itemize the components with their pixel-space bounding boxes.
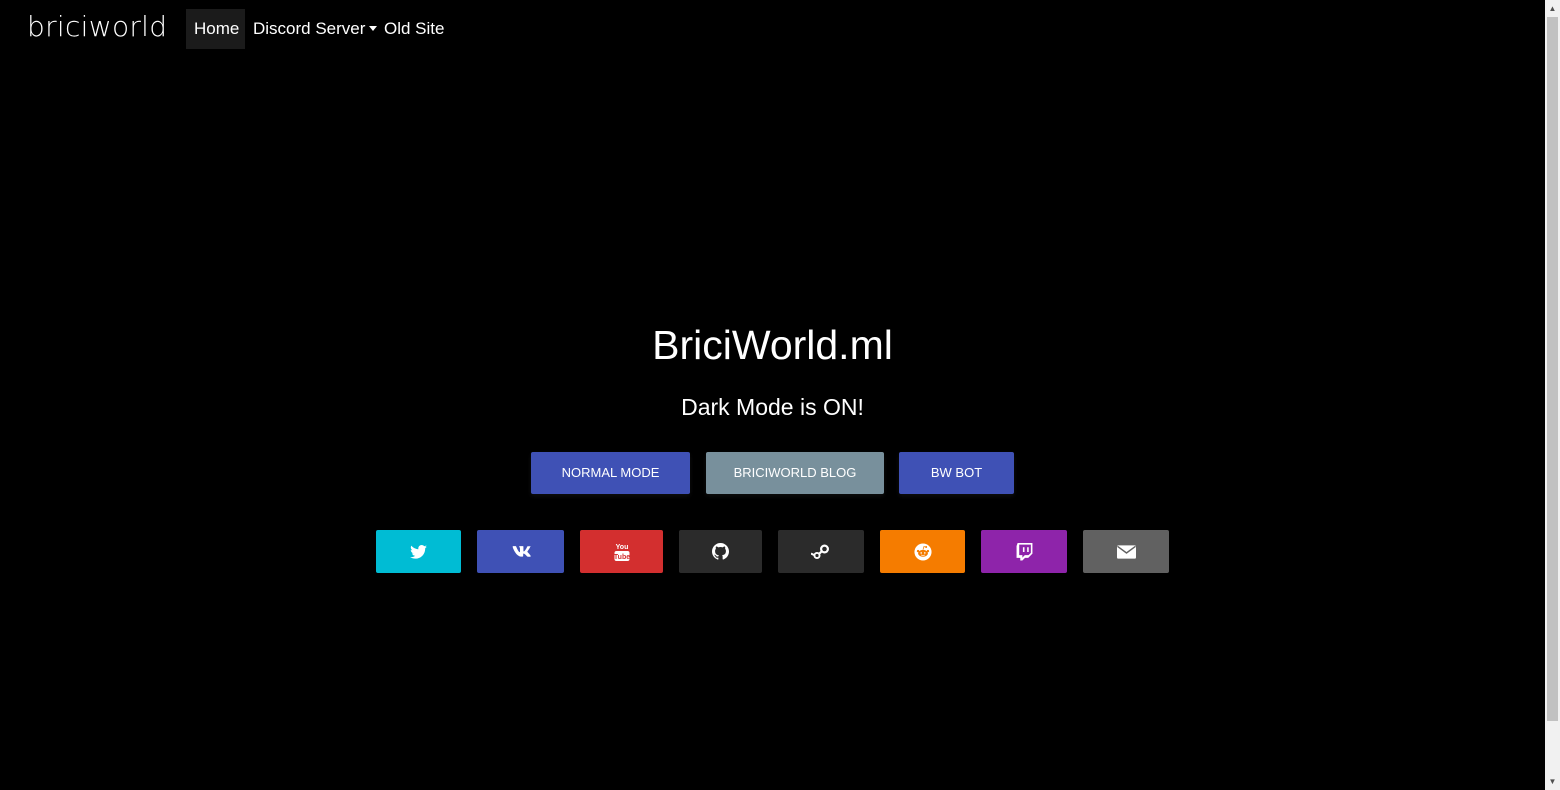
page: briciworld Home Discord Server Old Site … <box>0 0 1545 790</box>
scrollbar-thumb[interactable] <box>1547 17 1558 721</box>
bw-bot-button[interactable]: BW BOT <box>899 452 1014 494</box>
steam-icon <box>811 544 829 559</box>
twitch-icon <box>1016 542 1032 560</box>
nav-old-site[interactable]: Old Site <box>376 9 452 49</box>
navbar: briciworld Home Discord Server Old Site <box>0 0 1545 56</box>
envelope-icon <box>1116 544 1136 559</box>
page-title: BriciWorld.ml <box>652 322 893 368</box>
twitter-button[interactable] <box>376 530 461 573</box>
nav-home-label: Home <box>194 19 240 38</box>
vk-icon <box>512 545 531 557</box>
nav-old-site-label: Old Site <box>384 19 445 38</box>
normal-mode-button[interactable]: NORMAL MODE <box>531 452 690 494</box>
svg-text:You: You <box>615 544 628 551</box>
github-icon <box>712 543 729 560</box>
scroll-down-arrow-icon[interactable]: ▼ <box>1545 773 1560 790</box>
brand-logo[interactable]: briciworld <box>27 10 167 43</box>
vertical-scrollbar[interactable]: ▲ ▼ <box>1545 0 1560 790</box>
briciworld-blog-button[interactable]: BRICIWORLD BLOG <box>706 452 884 494</box>
page-subtitle: Dark Mode is ON! <box>681 394 864 420</box>
twitch-button[interactable] <box>981 530 1067 573</box>
nav-discord-label: Discord Server <box>253 19 366 38</box>
vk-button[interactable] <box>477 530 564 573</box>
reddit-icon <box>913 542 932 561</box>
scroll-up-arrow-icon[interactable]: ▲ <box>1545 0 1560 17</box>
svg-text:Tube: Tube <box>614 554 630 561</box>
youtube-button[interactable]: You Tube <box>580 530 663 573</box>
twitter-icon <box>410 544 427 559</box>
nav-home[interactable]: Home <box>186 9 245 49</box>
reddit-button[interactable] <box>880 530 965 573</box>
nav-discord-server-dropdown[interactable]: Discord Server <box>245 9 385 49</box>
youtube-icon: You Tube <box>614 544 630 561</box>
email-button[interactable] <box>1083 530 1169 573</box>
steam-button[interactable] <box>778 530 864 573</box>
github-button[interactable] <box>679 530 762 573</box>
